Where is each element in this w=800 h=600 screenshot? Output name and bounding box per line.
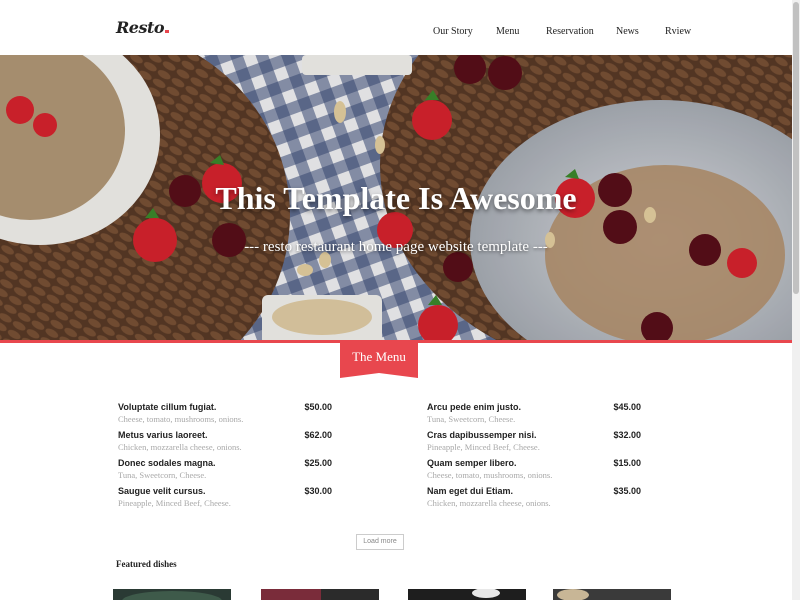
logo-text: Resto (116, 18, 165, 37)
page: Resto Our Story Menu Reservation News Rv… (0, 0, 792, 600)
menu-item-price: $62.00 (304, 430, 332, 440)
menu-item-name: Cras dapibussemper nisi. (427, 430, 537, 440)
menu-item-name: Nam eget dui Etiam. (427, 486, 514, 496)
nav-menu[interactable]: Menu (496, 26, 519, 37)
menu-item-description: Cheese, tomato, mushrooms, onions. (427, 470, 553, 480)
hero-title: This Template Is Awesome (215, 180, 577, 216)
vertical-scrollbar[interactable] (792, 0, 800, 600)
nav-news[interactable]: News (616, 26, 639, 37)
menu-section-title: The Menu (352, 349, 406, 364)
site-header: Resto Our Story Menu Reservation News Rv… (0, 0, 792, 55)
menu-item: Metus varius laoreet. Chicken, mozzarell… (118, 430, 332, 452)
nav-our-story[interactable]: Our Story (433, 26, 473, 37)
menu-item: Saugue velit cursus. Pineapple, Minced B… (118, 486, 332, 508)
hero-subtitle: --- resto restaurant home page website t… (244, 239, 548, 255)
menu-ribbon: The Menu (340, 340, 418, 378)
scrollbar-thumb[interactable] (793, 2, 799, 294)
menu-item-price: $45.00 (613, 402, 641, 412)
nav-reviews[interactable]: Rview (665, 26, 691, 37)
logo-accent (165, 30, 170, 33)
featured-dish-thumbnail[interactable] (261, 588, 379, 600)
dish-image (261, 589, 379, 600)
featured-dish-thumbnail[interactable] (113, 588, 231, 600)
menu-item-description: Chicken, mozzarella cheese, onions. (118, 442, 242, 452)
menu-item-name: Voluptate cillum fugiat. (118, 402, 217, 412)
hero-banner: This Template Is Awesome --- resto resta… (0, 55, 792, 340)
menu-item-price: $50.00 (304, 402, 332, 412)
menu-item-description: Tuna, Sweetcorn, Cheese. (118, 470, 207, 480)
menu-item: Nam eget dui Etiam. Chicken, mozzarella … (427, 486, 641, 508)
featured-dish-thumbnail[interactable] (408, 588, 526, 600)
menu-item-description: Pineapple, Minced Beef, Cheese. (118, 498, 231, 508)
menu-item-name: Arcu pede enim justo. (427, 402, 522, 412)
menu-item-price: $35.00 (613, 486, 641, 496)
menu-item-price: $15.00 (613, 458, 641, 468)
load-more-button[interactable]: Load more (356, 534, 404, 550)
menu-item-price: $25.00 (304, 458, 332, 468)
menu-item-price: $30.00 (304, 486, 332, 496)
menu-item: Donec sodales magna. Tuna, Sweetcorn, Ch… (118, 458, 332, 480)
menu-item-name: Quam semper libero. (427, 458, 517, 468)
menu-item-name: Donec sodales magna. (118, 458, 216, 468)
menu-item-price: $32.00 (613, 430, 641, 440)
logo[interactable]: Resto (116, 18, 170, 37)
nav-reservation[interactable]: Reservation (546, 26, 594, 37)
menu-item-description: Chicken, mozzarella cheese, onions. (427, 498, 551, 508)
menu-item: Cras dapibussemper nisi. Pineapple, Minc… (427, 430, 641, 452)
dish-image (408, 588, 526, 600)
menu-item: Arcu pede enim justo. Tuna, Sweetcorn, C… (427, 402, 641, 424)
featured-dish-thumbnail[interactable] (553, 588, 671, 600)
menu-item-name: Saugue velit cursus. (118, 486, 206, 496)
menu-item: Voluptate cillum fugiat. Cheese, tomato,… (118, 402, 332, 424)
menu-item-name: Metus varius laoreet. (118, 430, 208, 440)
menu-item: Quam semper libero. Cheese, tomato, mush… (427, 458, 641, 480)
menu-item-description: Cheese, tomato, mushrooms, onions. (118, 414, 244, 424)
dish-image (113, 589, 231, 600)
dish-image (553, 589, 671, 600)
menu-item-description: Tuna, Sweetcorn, Cheese. (427, 414, 516, 424)
featured-dishes-title: Featured dishes (116, 559, 177, 569)
menu-item-description: Pineapple, Minced Beef, Cheese. (427, 442, 540, 452)
